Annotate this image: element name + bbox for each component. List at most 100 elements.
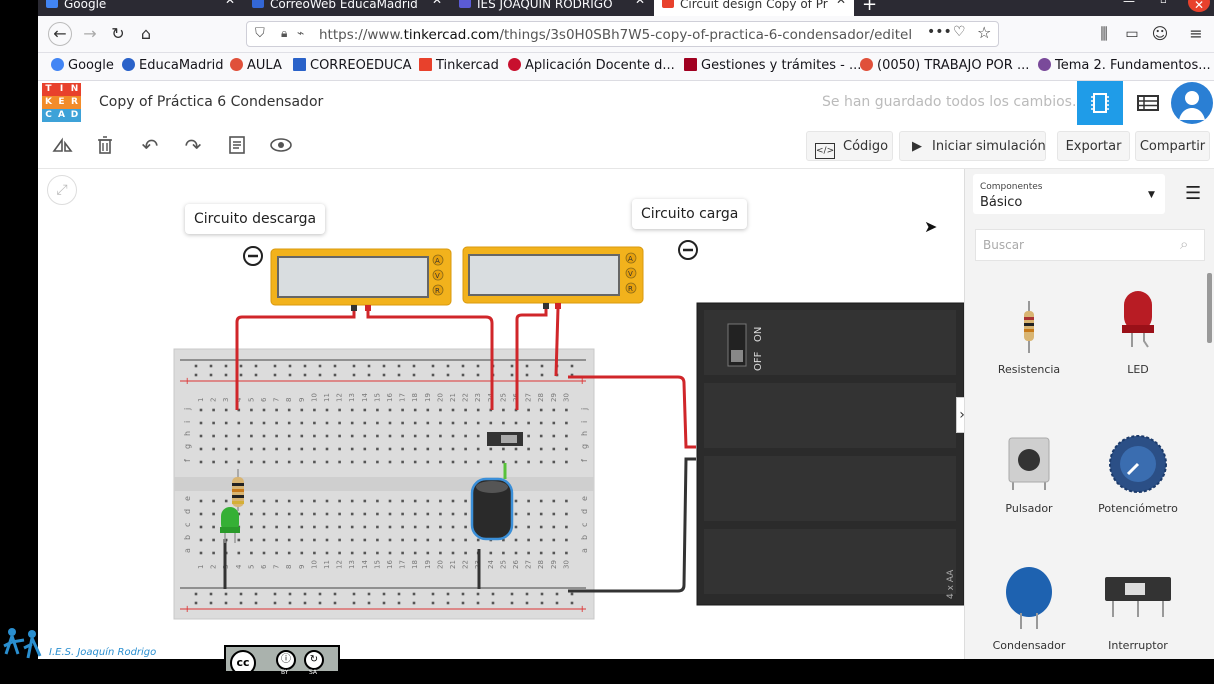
breadboard-hole[interactable] — [212, 460, 215, 464]
breadboard-hole[interactable] — [388, 447, 392, 451]
breadboard-hole[interactable] — [476, 434, 480, 438]
breadboard-hole[interactable] — [413, 551, 417, 555]
breadboard-hole[interactable] — [209, 364, 213, 368]
breadboard-hole[interactable] — [413, 408, 417, 412]
breadboard-hole[interactable] — [502, 460, 505, 464]
breadboard-hole[interactable] — [464, 408, 467, 412]
breadboard-hole[interactable] — [224, 460, 228, 464]
breadboard-hole[interactable] — [199, 460, 203, 464]
breadboard-hole[interactable] — [367, 592, 371, 596]
breadboard-hole[interactable] — [363, 421, 367, 425]
breadboard-hole[interactable] — [254, 364, 258, 368]
tab-circuit-design[interactable]: Circuit design Copy of Pr ✕ — [654, 0, 854, 16]
breadboard-hole[interactable] — [287, 447, 291, 451]
close-tab-icon[interactable]: ✕ — [225, 0, 235, 6]
breadboard-hole[interactable] — [288, 592, 292, 596]
breadboard-hole[interactable] — [239, 364, 243, 368]
minus-icon[interactable] — [243, 246, 263, 266]
tinkercad-logo[interactable]: T I N K E R C A D — [42, 83, 81, 122]
breadboard-hole[interactable] — [287, 408, 291, 412]
breadboard-hole[interactable] — [325, 434, 329, 438]
breadboard-hole[interactable] — [199, 434, 203, 438]
permissions-icon[interactable]: ⌁ — [297, 26, 304, 40]
breadboard-hole[interactable] — [212, 421, 215, 425]
breadboard-hole[interactable] — [527, 447, 530, 451]
breadboard-hole[interactable] — [565, 460, 568, 464]
breadboard-hole[interactable] — [254, 592, 258, 596]
breadboard-hole[interactable] — [388, 512, 392, 516]
breadboard-hole[interactable] — [510, 364, 514, 368]
breadboard-hole[interactable] — [325, 460, 329, 464]
breadboard-hole[interactable] — [287, 499, 291, 503]
breadboard-hole[interactable] — [250, 538, 253, 542]
breadboard-hole[interactable] — [273, 601, 277, 605]
breadboard-hole[interactable] — [262, 434, 266, 438]
breadboard-hole[interactable] — [350, 434, 354, 438]
breadboard-hole[interactable] — [376, 408, 379, 412]
breadboard-hole[interactable] — [401, 499, 404, 503]
breadboard-hole[interactable] — [426, 421, 430, 425]
breadboard-hole[interactable] — [350, 525, 354, 529]
breadboard-hole[interactable] — [363, 538, 367, 542]
breadboard-hole[interactable] — [300, 434, 304, 438]
breadboard-hole[interactable] — [209, 592, 213, 596]
close-tab-icon[interactable]: ✕ — [836, 0, 846, 6]
breadboard-hole[interactable] — [237, 538, 241, 542]
breadboard-hole[interactable] — [350, 421, 354, 425]
breadboard-hole[interactable] — [489, 551, 493, 555]
breadboard-hole[interactable] — [451, 551, 455, 555]
breadboard-hole[interactable] — [287, 460, 291, 464]
breadboard-hole[interactable] — [275, 408, 278, 412]
breadboard-hole[interactable] — [555, 601, 559, 605]
breadboard-hole[interactable] — [491, 592, 495, 596]
breadboard-hole[interactable] — [552, 434, 556, 438]
breadboard-hole[interactable] — [388, 408, 392, 412]
breadboard-hole[interactable] — [194, 364, 198, 368]
bookmark-gestiones[interactable]: Gestiones y trámites - ... — [684, 58, 861, 73]
breadboard-hole[interactable] — [250, 447, 253, 451]
breadboard-hole[interactable] — [464, 525, 467, 529]
breadboard-hole[interactable] — [510, 601, 514, 605]
breadboard-hole[interactable] — [224, 499, 228, 503]
breadboard-hole[interactable] — [527, 538, 530, 542]
breadboard-hole[interactable] — [565, 499, 568, 503]
breadboard-hole[interactable] — [250, 512, 253, 516]
breadboard-hole[interactable] — [224, 373, 228, 377]
breadboard-hole[interactable] — [565, 408, 568, 412]
breadboard-hole[interactable] — [555, 592, 559, 596]
breadboard-hole[interactable] — [476, 601, 480, 605]
breadboard-hole[interactable] — [303, 592, 307, 596]
breadboard-hole[interactable] — [388, 551, 392, 555]
breadboard-hole[interactable] — [451, 538, 455, 542]
breadboard-hole[interactable] — [237, 447, 241, 451]
breadboard-hole[interactable] — [401, 551, 404, 555]
breadboard-hole[interactable] — [439, 434, 442, 438]
delete-icon[interactable] — [93, 135, 117, 157]
breadboard-hole[interactable] — [397, 592, 401, 596]
breadboard-hole[interactable] — [250, 525, 253, 529]
breadboard-hole[interactable] — [212, 551, 215, 555]
breadboard-hole[interactable] — [376, 551, 379, 555]
breadboard-hole[interactable] — [446, 373, 450, 377]
breadboard-hole[interactable] — [287, 434, 291, 438]
breadboard-hole[interactable] — [565, 421, 568, 425]
breadboard-hole[interactable] — [239, 592, 243, 596]
breadboard-hole[interactable] — [431, 601, 435, 605]
breadboard-hole[interactable] — [461, 592, 465, 596]
breadboard-hole[interactable] — [275, 421, 278, 425]
breadboard-hole[interactable] — [350, 460, 354, 464]
breadboard-hole[interactable] — [224, 421, 228, 425]
breadboard-hole[interactable] — [426, 525, 430, 529]
breadboard-hole[interactable] — [338, 512, 341, 516]
breadboard-hole[interactable] — [352, 601, 356, 605]
breadboard-hole[interactable] — [199, 447, 203, 451]
bookmark-google[interactable]: Google — [51, 58, 114, 73]
breadboard-hole[interactable] — [363, 525, 367, 529]
breadboard-hole[interactable] — [446, 601, 450, 605]
breadboard-hole[interactable] — [539, 434, 543, 438]
breadboard-hole[interactable] — [363, 408, 367, 412]
breadboard-hole[interactable] — [388, 499, 392, 503]
tab-google[interactable]: Google ✕ — [38, 0, 243, 16]
breadboard-hole[interactable] — [262, 421, 266, 425]
breadboard-hole[interactable] — [275, 525, 278, 529]
